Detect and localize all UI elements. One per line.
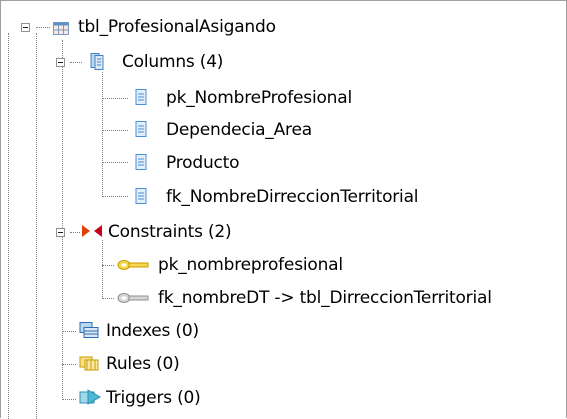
tree-connector [62, 331, 76, 332]
tree-connector [102, 265, 114, 266]
indexes-label[interactable]: Indexes (0) [106, 319, 199, 343]
constraints-icon [82, 225, 102, 237]
column-item-label[interactable]: Producto [166, 151, 240, 175]
tree-connector [102, 98, 128, 99]
tree-connector [62, 399, 76, 400]
tree-connector [102, 298, 114, 299]
column-icon [135, 89, 147, 105]
constraint-item-label[interactable]: fk_nombreDT -> tbl_DirreccionTerritorial [158, 286, 492, 310]
column-icon [135, 121, 147, 137]
tree-connector [62, 364, 76, 365]
tree-connector [102, 72, 103, 195]
table-icon [53, 22, 69, 35]
collapse-toggle[interactable] [56, 228, 65, 237]
tree-connector [70, 232, 80, 233]
tree-connector [102, 240, 103, 299]
primary-key-icon [117, 260, 149, 270]
tree-connector [102, 196, 128, 197]
triggers-label[interactable]: Triggers (0) [106, 386, 201, 410]
tree-connector [70, 62, 82, 63]
tree-connector [36, 27, 50, 28]
column-icon [135, 188, 147, 204]
constraints-folder-label[interactable]: Constraints (2) [108, 220, 232, 244]
tree-connector [62, 40, 63, 400]
collapse-toggle[interactable] [21, 23, 30, 32]
columns-folder-label[interactable]: Columns (4) [122, 50, 223, 74]
column-item-label[interactable]: fk_NombreDirreccionTerritorial [166, 185, 419, 209]
tree-connector [102, 130, 128, 131]
column-item-label[interactable]: pk_NombreProfesional [166, 86, 352, 110]
indexes-icon [79, 322, 99, 338]
collapse-toggle[interactable] [56, 58, 65, 67]
tree-connector [102, 162, 128, 163]
triggers-icon [79, 389, 101, 405]
rules-label[interactable]: Rules (0) [106, 352, 180, 376]
constraint-item-label[interactable]: pk_nombreprofesional [158, 253, 343, 277]
table-label[interactable]: tbl_ProfesionalAsigando [78, 15, 276, 39]
rules-icon [79, 356, 99, 371]
foreign-key-icon [117, 293, 149, 303]
tree-connector [36, 33, 37, 419]
tree-connector [8, 33, 9, 419]
column-item-label[interactable]: Dependecia_Area [166, 118, 312, 142]
columns-folder-icon [90, 53, 104, 70]
column-icon [135, 154, 147, 170]
